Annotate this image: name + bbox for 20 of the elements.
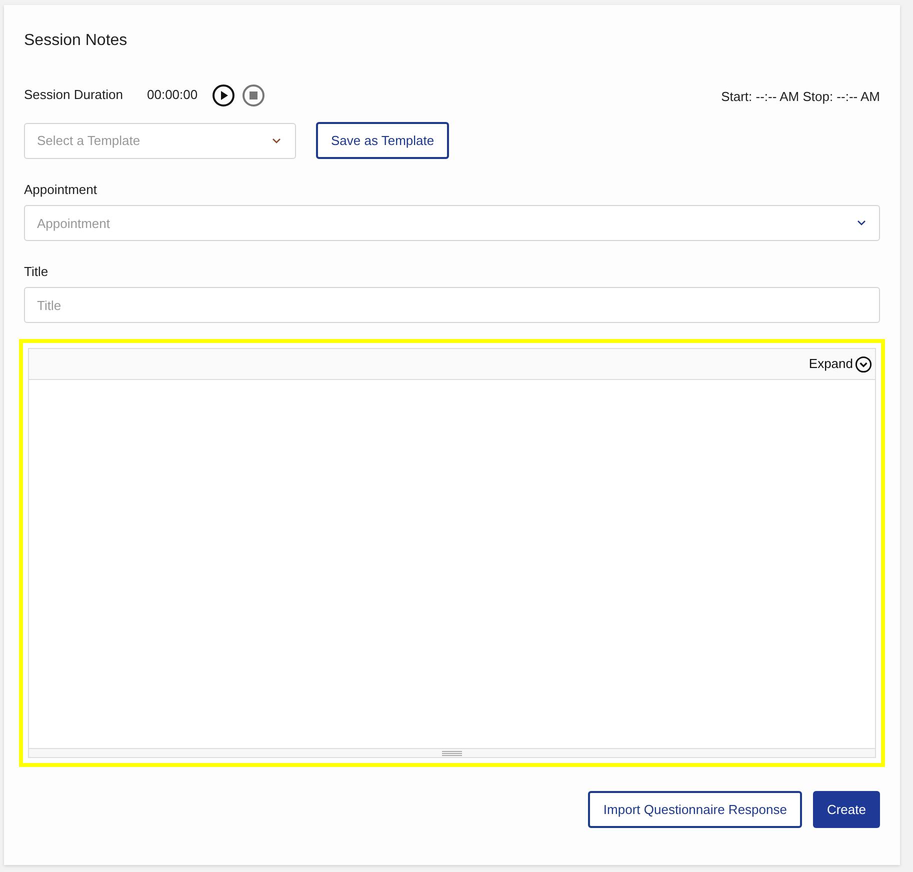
save-template-button[interactable]: Save as Template [316,122,450,159]
play-icon[interactable] [212,84,235,106]
field-label: Appointment [24,181,98,196]
grip-icon[interactable] [442,750,462,756]
timer: 00:00:00 [147,86,198,104]
appointment-dropdown[interactable]: Appointment [24,205,880,241]
stop-icon[interactable] [242,84,265,106]
placeholder-text: Select a Template [37,132,140,150]
chevron-down-icon [857,220,866,226]
expand-button[interactable]: Expand [808,354,872,374]
start-stop-times: Start: --:-- AM Stop: --:-- AM [721,88,880,106]
create-button[interactable]: Create [812,791,880,828]
import-button[interactable]: Import Questionnaire Response [588,791,802,828]
text-editor[interactable]: Expand [28,348,876,758]
chevron-circle-icon [855,356,872,372]
duration-label: Session Duration [24,86,123,104]
field-label: Title [24,263,50,278]
page-title: Session Notes [24,31,128,51]
chevron-down-icon [272,138,281,144]
title-field[interactable]: Title [24,287,880,323]
